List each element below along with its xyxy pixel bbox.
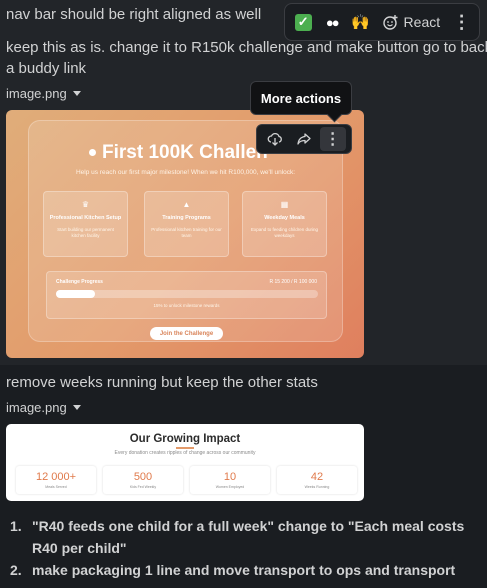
file-name-toggle-1[interactable]: image.png [6,86,81,101]
reward-title: Professional Kitchen Setup [49,215,122,221]
stat-label: Women Employed [215,485,245,489]
progress-bar [56,290,318,298]
vertical-ellipsis-icon: ⋮ [452,11,471,32]
stat-value: 10 [223,471,237,483]
share-arrow-icon [297,133,311,145]
download-button[interactable] [262,127,288,151]
caret-down-icon [72,91,81,96]
message-text-nav: nav bar should be right aligned as well [6,6,262,23]
reward-box-weekday: ▦ Weekday Meals Expand to feeding childr… [242,191,327,257]
eyes-reaction-button[interactable]: ●● [320,7,345,37]
more-actions-tooltip: More actions [250,81,352,115]
reward-title: Training Programs [162,215,211,221]
impact-stat: 12 000+ Meals Served [16,466,96,494]
stat-label: Kids Fed Weekly [129,485,157,489]
check-mark-reaction-button[interactable]: ✓ [291,7,316,37]
list-number: 2. [10,562,22,578]
raised-hands-reaction-button[interactable]: 🙌 [348,7,373,37]
list-item: 2. make packaging 1 line and move transpo… [10,559,472,581]
list-text: "R40 feeds one child for a full week" ch… [32,518,465,556]
file-name-toggle-2[interactable]: image.png [6,400,81,415]
cloud-download-icon [267,132,283,146]
reward-title: Weekday Meals [264,215,305,221]
reward-box-kitchen: ♛ Professional Kitchen Setup Start build… [43,191,128,257]
raised-hands-icon: 🙌 [350,14,370,31]
reward-desc: Professional kitchen training for our te… [151,227,222,238]
image-attachment-impact[interactable]: Our Growing Impact Every donation create… [6,424,364,501]
calendar-icon: ▦ [280,200,289,209]
impact-stat: 42 Weeks Running [277,466,357,494]
stat-value: 42 [310,471,324,483]
check-mark-icon: ✓ [294,13,312,31]
progress-amount: R 15 200 / R 100 000 [269,279,317,285]
stat-value: 12 000+ [35,471,77,483]
share-button[interactable] [291,127,317,151]
list-number: 1. [10,518,22,534]
progress-label: Challenge Progress [56,279,103,285]
reward-desc: Expand to feeding children during weekda… [250,227,319,238]
message-text-remove: remove weeks running but keep the other … [6,374,318,391]
challenge-subtitle: Help us reach our first major milestone!… [75,169,296,176]
title-underline [176,447,194,449]
caret-down-icon [72,405,81,410]
stat-label: Weeks Running [304,485,330,489]
challenge-title: First 100K Challen [89,142,268,164]
dot-icon [89,149,96,157]
progress-note: 15% to unlock milestone rewards [153,303,220,308]
reward-desc: Start building our permanent kitchen fac… [57,227,114,238]
file-name: image.png [6,86,67,101]
impact-subtitle: Every donation creates ripples of change… [114,450,256,456]
challenge-progress: Challenge Progress R 15 200 / R 100 000 … [46,271,327,319]
message-text-keep-line2: a buddy link [6,60,87,77]
stat-label: Meals Served [45,485,67,489]
chef-hat-icon: ♛ [81,200,90,209]
add-reaction-icon [382,15,398,30]
list-item: 1. "R40 feeds one child for a full week" … [10,515,472,559]
message-text-keep-line1: keep this as is. change it to R150k chal… [6,39,487,56]
join-challenge-button: Join the Challenge [150,327,223,340]
impact-title: Our Growing Impact [129,433,241,445]
more-options-button[interactable]: ⋮ [450,7,473,37]
vertical-ellipsis-icon: ⋮ [324,131,341,148]
image-actions-toolbar: ⋮ [256,124,352,154]
graduation-cap-icon: ▲ [182,200,191,209]
message-actions-toolbar: ✓ ●● 🙌 React ⋮ [284,3,480,41]
progress-bar-fill [56,290,96,298]
more-actions-button[interactable]: ⋮ [319,127,346,151]
stat-value: 500 [133,471,153,483]
file-name: image.png [6,400,67,415]
reward-box-training: ▲ Training Programs Professional kitchen… [144,191,229,257]
impact-stat: 500 Kids Fed Weekly [103,466,183,494]
react-button[interactable]: React [377,7,447,37]
list-text: make packaging 1 line and move transport… [32,562,456,578]
react-label: React [403,14,441,30]
impact-stat: 10 Women Employed [190,466,270,494]
eyes-icon: ●● [325,14,340,30]
